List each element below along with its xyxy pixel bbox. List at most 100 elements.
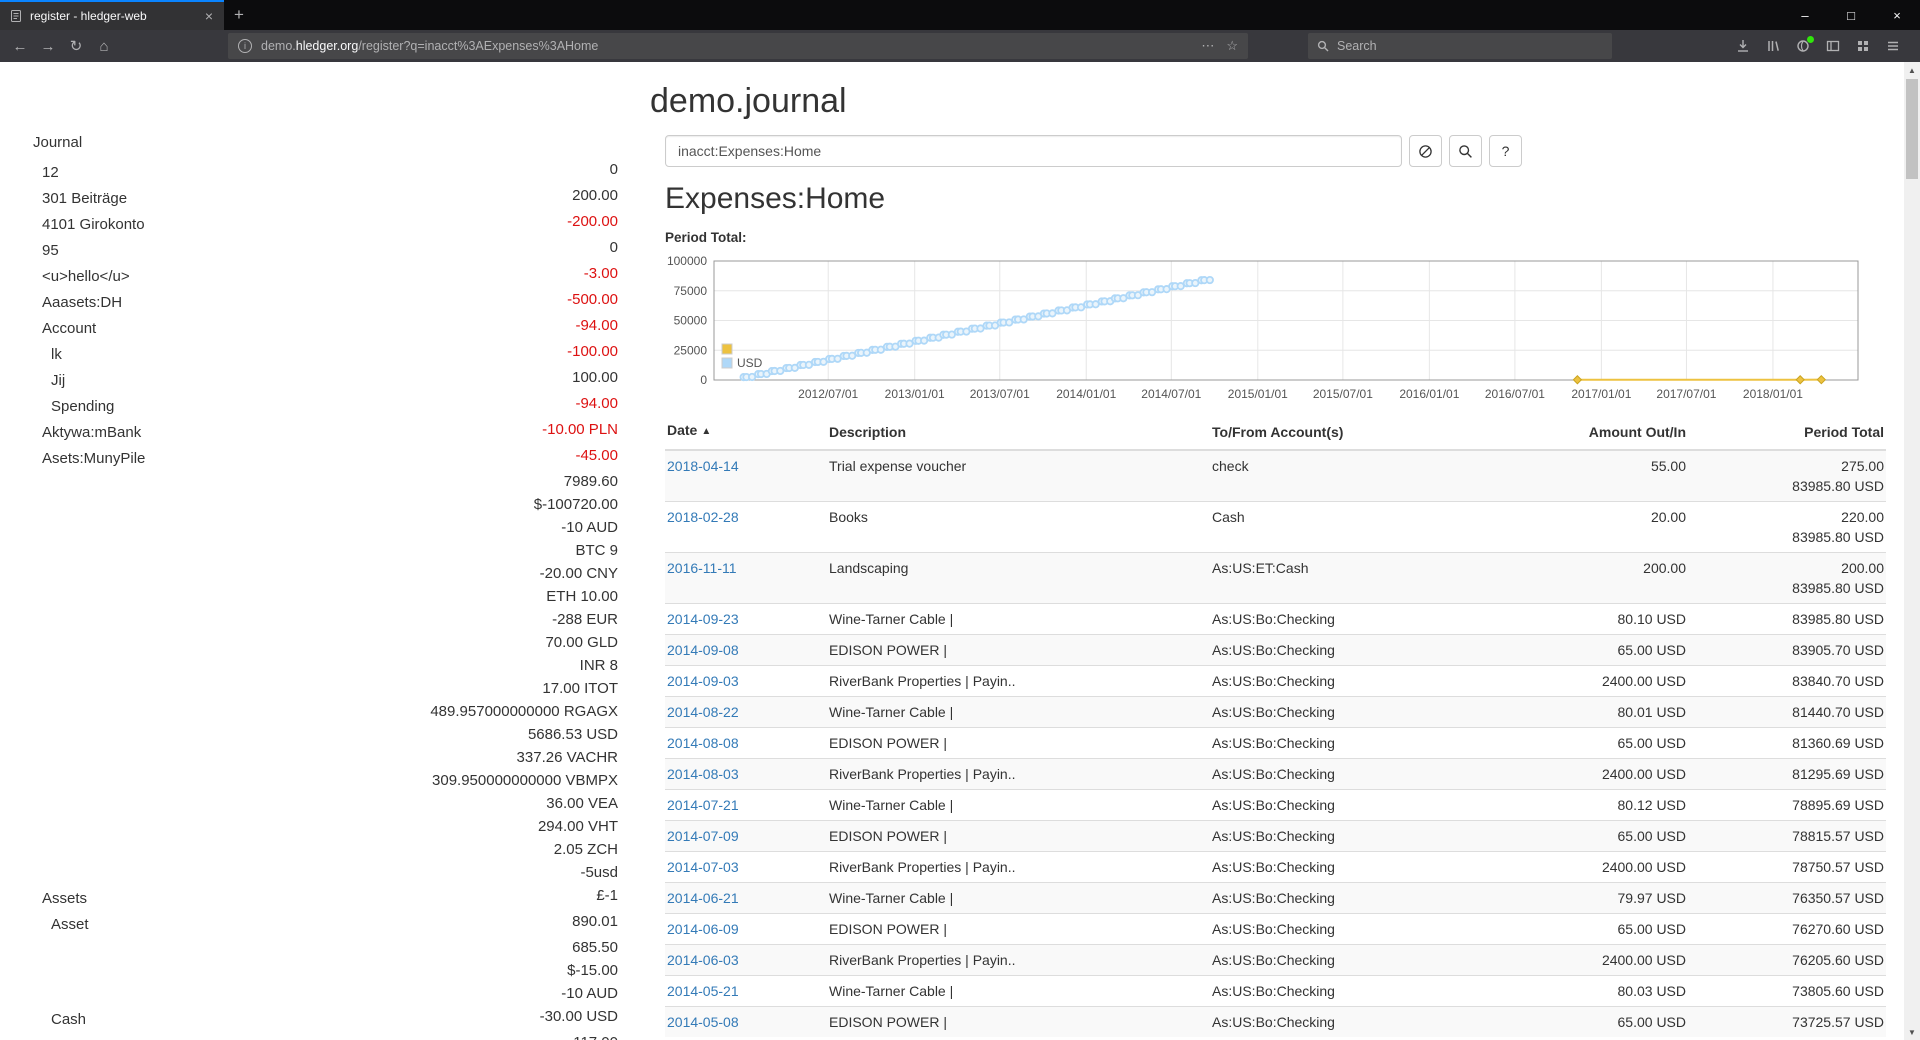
- amount-cell: 65.00 USD: [1492, 728, 1688, 759]
- svg-text:2013/07/01: 2013/07/01: [970, 387, 1030, 401]
- account-name-link[interactable]: Spending: [33, 390, 252, 416]
- account-cell: check: [1210, 450, 1492, 502]
- url-bar[interactable]: i demo.hledger.org/register?q=inacct%3AE…: [228, 33, 1248, 59]
- column-header-date[interactable]: Date▲: [665, 414, 827, 450]
- balance-amount: 0: [252, 158, 618, 181]
- account-balance: 200.00: [252, 182, 618, 208]
- transaction-date-link[interactable]: 2014-06-03: [667, 952, 739, 968]
- clear-filter-button[interactable]: [1409, 135, 1442, 167]
- account-name-link[interactable]: Asets:MunyPile: [33, 442, 252, 468]
- balance-amount: -10 AUD: [252, 516, 618, 539]
- chart-title: Period Total:: [665, 230, 747, 245]
- date-cell: 2014-08-22: [665, 697, 827, 728]
- site-info-icon[interactable]: i: [238, 39, 252, 53]
- date-cell: 2014-06-21: [665, 883, 827, 914]
- register-header-row: Date▲DescriptionTo/From Account(s)Amount…: [665, 414, 1886, 450]
- new-tab-button[interactable]: +: [224, 0, 254, 30]
- account-name-link[interactable]: 301 Beiträge: [33, 182, 252, 208]
- home-button[interactable]: ⌂: [90, 33, 118, 59]
- search-submit-button[interactable]: [1449, 135, 1482, 167]
- transaction-date-link[interactable]: 2014-08-08: [667, 735, 739, 751]
- balance-amount: 5686.53 USD: [252, 723, 618, 746]
- account-cell: As:US:Bo:Checking: [1210, 945, 1492, 976]
- query-input[interactable]: [665, 135, 1402, 167]
- browser-search-field[interactable]: Search: [1308, 33, 1612, 59]
- sidebar-toggle-icon[interactable]: [1818, 33, 1848, 59]
- transaction-date-link[interactable]: 2018-02-28: [667, 509, 739, 525]
- date-cell: 2014-06-03: [665, 945, 827, 976]
- svg-text:25000: 25000: [674, 343, 708, 357]
- transaction-date-link[interactable]: 2018-04-14: [667, 458, 739, 474]
- svg-text:2014/07/01: 2014/07/01: [1141, 387, 1201, 401]
- account-name-link[interactable]: lk: [33, 338, 252, 364]
- transaction-date-link[interactable]: 2014-09-23: [667, 611, 739, 627]
- library-icon[interactable]: [1758, 33, 1788, 59]
- reload-button[interactable]: ↻: [62, 33, 90, 59]
- transaction-date-link[interactable]: 2016-11-11: [667, 560, 737, 576]
- back-button[interactable]: ←: [6, 33, 34, 59]
- register-row: 2018-04-14Trial expense vouchercheck55.0…: [665, 450, 1886, 502]
- transaction-date-link[interactable]: 2014-08-03: [667, 766, 739, 782]
- page-scrollbar[interactable]: ▲ ▼: [1904, 62, 1920, 1040]
- sidebar-journal-link[interactable]: Journal: [33, 130, 618, 156]
- account-name-link[interactable]: 12: [33, 156, 252, 182]
- apps-icon[interactable]: [1848, 33, 1878, 59]
- account-name-link[interactable]: 4101 Girokonto: [33, 208, 252, 234]
- description-cell: EDISON POWER |: [827, 635, 1210, 666]
- amount-cell: 80.01 USD: [1492, 697, 1688, 728]
- transaction-date-link[interactable]: 2014-06-21: [667, 890, 739, 906]
- transaction-date-link[interactable]: 2014-09-08: [667, 642, 739, 658]
- description-cell: Wine-Tarner Cable |: [827, 604, 1210, 635]
- account-row: 301 Beiträge200.00: [33, 182, 618, 208]
- close-button[interactable]: ×: [1874, 0, 1920, 30]
- transaction-date-link[interactable]: 2014-05-21: [667, 983, 739, 999]
- transaction-date-link[interactable]: 2014-08-22: [667, 704, 739, 720]
- forward-button[interactable]: →: [34, 33, 62, 59]
- description-cell: RiverBank Properties | Payin..: [827, 666, 1210, 697]
- transaction-date-link[interactable]: 2014-07-21: [667, 797, 739, 813]
- account-name-link[interactable]: Asset: [33, 908, 252, 934]
- help-button[interactable]: ?: [1489, 135, 1522, 167]
- balance-amount: 309.950000000000 VBMPX: [252, 769, 618, 792]
- bookmark-star-icon[interactable]: ☆: [1226, 38, 1238, 54]
- account-name-link[interactable]: Assets: [33, 468, 252, 908]
- account-name-link[interactable]: 95: [33, 234, 252, 260]
- transaction-date-link[interactable]: 2014-07-09: [667, 828, 739, 844]
- page-actions-icon[interactable]: ⋯: [1201, 38, 1214, 54]
- scroll-up-arrow-icon[interactable]: ▲: [1904, 62, 1920, 78]
- account-name-link[interactable]: Cash: [33, 934, 252, 1029]
- account-name-link[interactable]: Jij: [33, 364, 252, 390]
- account-name-link[interactable]: Aktywa:mBank: [33, 416, 252, 442]
- description-cell: RiverBank Properties | Payin..: [827, 852, 1210, 883]
- balance-amount: 70.00 GLD: [252, 631, 618, 654]
- period-total-cell: 275.0083985.80 USD: [1688, 450, 1886, 502]
- account-name-link[interactable]: Aaasets:DH: [33, 286, 252, 312]
- period-total-cell: 78895.69 USD: [1688, 790, 1886, 821]
- amount-cell: 80.10 USD: [1492, 604, 1688, 635]
- maximize-button[interactable]: □: [1828, 0, 1874, 30]
- balance-amount: -3.00: [252, 262, 618, 285]
- account-name-link[interactable]: <u>hello</u>: [33, 260, 252, 286]
- svg-text:100000: 100000: [667, 254, 707, 268]
- transaction-date-link[interactable]: 2014-07-03: [667, 859, 739, 875]
- balance-amount: -94.00: [252, 392, 618, 415]
- legend-swatch-usd: [722, 358, 732, 368]
- extension-badge: [1807, 36, 1814, 43]
- transaction-date-link[interactable]: 2014-09-03: [667, 673, 739, 689]
- extension-icon[interactable]: [1788, 33, 1818, 59]
- download-icon[interactable]: [1728, 33, 1758, 59]
- minimize-button[interactable]: –: [1782, 0, 1828, 30]
- scrollbar-thumb[interactable]: [1906, 79, 1918, 179]
- browser-tab[interactable]: register - hledger-web ×: [0, 0, 224, 30]
- tab-close-icon[interactable]: ×: [203, 8, 215, 24]
- scroll-down-arrow-icon[interactable]: ▼: [1904, 1024, 1920, 1040]
- transaction-date-link[interactable]: 2014-05-08: [667, 1014, 739, 1030]
- balance-amount: 7989.60: [252, 470, 618, 493]
- register-row: 2014-09-08EDISON POWER |As:US:Bo:Checkin…: [665, 635, 1886, 666]
- transaction-date-link[interactable]: 2014-06-09: [667, 921, 739, 937]
- date-cell: 2014-09-08: [665, 635, 827, 666]
- account-name-link[interactable]: Account: [33, 312, 252, 338]
- svg-text:2017/01/01: 2017/01/01: [1571, 387, 1631, 401]
- menu-icon[interactable]: [1878, 33, 1908, 59]
- description-cell: Wine-Tarner Cable |: [827, 976, 1210, 1007]
